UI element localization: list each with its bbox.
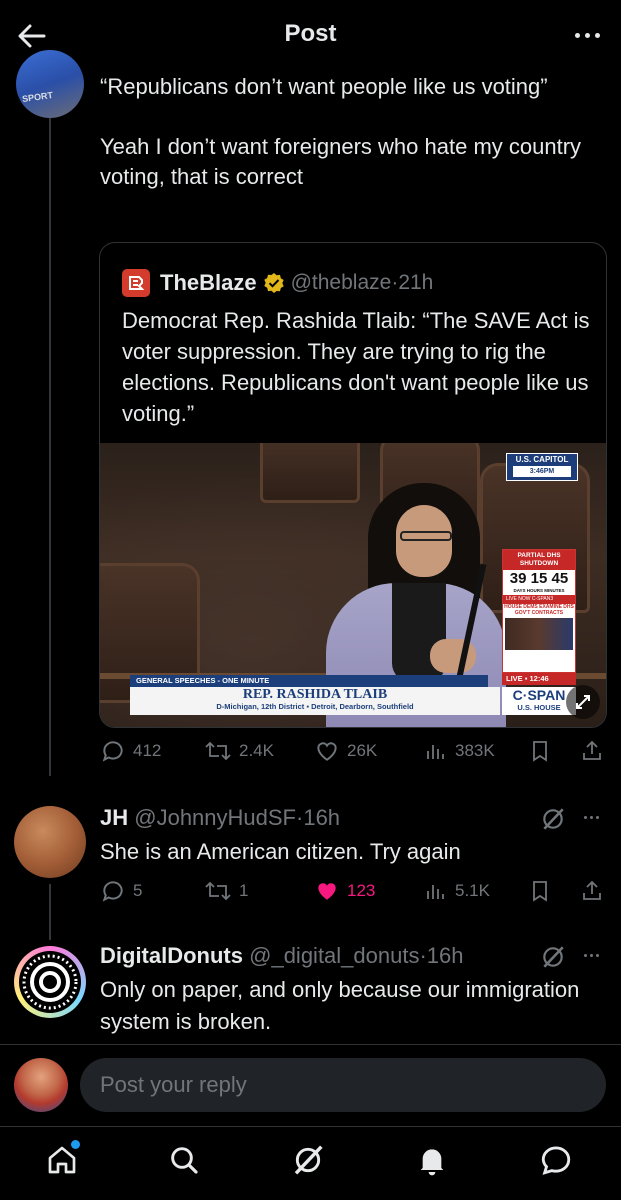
- quoted-author-handle[interactable]: @theblaze: [291, 271, 392, 295]
- reply-text: Only on paper, and only because our immi…: [100, 977, 580, 1034]
- messages-icon: [541, 1146, 571, 1175]
- post-paragraph: Yeah I don’t want foreigners who hate my…: [100, 134, 582, 189]
- bookmark-button[interactable]: [528, 738, 552, 764]
- theblaze-logo[interactable]: [122, 269, 150, 297]
- more-icon: [584, 816, 587, 819]
- more-icon: [574, 32, 580, 38]
- reply-header: DigitalDonuts @_digital_donuts·16h: [100, 943, 464, 968]
- reply-icon: [102, 881, 123, 902]
- video-location-tag: U.S. CAPITOL 3:46PM: [506, 453, 578, 481]
- grok-button[interactable]: [540, 944, 566, 975]
- notifications-icon: [420, 1149, 444, 1176]
- quoted-post[interactable]: TheBlaze @theblaze · 21h Democrat Rep. R…: [99, 242, 607, 728]
- grok-icon: [543, 808, 564, 830]
- repost-button[interactable]: 1: [204, 878, 248, 904]
- tab-notifications[interactable]: [408, 1136, 456, 1184]
- bookmark-button[interactable]: [528, 878, 552, 904]
- repost-button[interactable]: 2.4K: [204, 738, 274, 764]
- more-icon: [584, 954, 587, 957]
- tab-messages[interactable]: [532, 1136, 580, 1184]
- like-count: 26K: [347, 741, 378, 760]
- search-icon: [171, 1147, 198, 1174]
- reply-more-button[interactable]: [584, 816, 599, 819]
- back-button[interactable]: [14, 18, 50, 54]
- repost-count: 1: [239, 881, 249, 900]
- lower-third: REP. RASHIDA TLAIB D-Michigan, 12th Dist…: [130, 687, 500, 715]
- blaze-icon: [129, 276, 145, 290]
- grok-icon: [543, 946, 564, 968]
- post-paragraph: “Republicans don’t want people like us v…: [100, 74, 548, 99]
- views-button[interactable]: 383K: [424, 738, 495, 764]
- like-button[interactable]: 123: [314, 878, 375, 904]
- grok-button[interactable]: [540, 806, 566, 837]
- network-logo: C·SPAN U.S. HOUSE: [502, 687, 576, 715]
- views-count: 5.1K: [455, 881, 490, 900]
- quoted-post-text: Democrat Rep. Rashida Tlaib: “The SAVE A…: [122, 308, 590, 426]
- reply-composer: Post your reply: [0, 1044, 621, 1124]
- views-icon: [427, 885, 444, 899]
- bookmark-icon: [533, 881, 547, 902]
- my-avatar[interactable]: [14, 1058, 68, 1112]
- reply-text: She is an American citizen. Try again: [100, 839, 461, 864]
- reply-input[interactable]: Post your reply: [80, 1058, 606, 1112]
- quoted-post-time: 21h: [398, 271, 434, 294]
- reply-count: 412: [133, 741, 162, 760]
- repost-icon: [205, 741, 231, 761]
- avatar[interactable]: SPORT: [16, 50, 84, 118]
- back-arrow-icon: [18, 24, 46, 48]
- reply-author-name[interactable]: DigitalDonuts: [100, 943, 243, 968]
- more-button[interactable]: [567, 18, 607, 52]
- page-title: Post: [284, 20, 337, 47]
- reply-author-handle[interactable]: @JohnnyHudSF: [134, 805, 296, 830]
- share-button[interactable]: [580, 878, 604, 904]
- repost-count: 2.4K: [239, 741, 274, 760]
- verified-badge-icon: [263, 273, 284, 293]
- tab-grok[interactable]: [284, 1136, 332, 1184]
- thread-line: [49, 116, 51, 776]
- shutdown-counter: PARTIAL DHS SHUTDOWN 39 15 45 DAYS HOURS…: [502, 549, 576, 673]
- share-icon: [583, 880, 601, 900]
- avatar-text: SPORT: [21, 89, 54, 105]
- views-icon: [427, 745, 444, 759]
- notification-dot: [71, 1140, 80, 1149]
- live-indicator: LIVE ▪ 12:46: [502, 673, 576, 685]
- repost-icon: [205, 881, 231, 901]
- video-expand-button[interactable]: [566, 685, 600, 719]
- donut-avatar-icon: [19, 951, 81, 1013]
- views-count: 383K: [455, 741, 495, 760]
- top-bar: Post: [0, 0, 621, 68]
- like-icon: [318, 883, 336, 900]
- reply-button[interactable]: 5: [100, 878, 142, 904]
- bookmark-icon: [533, 741, 547, 762]
- reply-icon: [102, 741, 123, 762]
- quoted-author-name[interactable]: TheBlaze: [160, 270, 257, 296]
- video-player[interactable]: U.S. CAPITOL 3:46PM PARTIAL DHS SHUTDOWN…: [100, 443, 606, 727]
- reply-header: JH @JohnnyHudSF·16h: [100, 805, 341, 830]
- tab-home[interactable]: [38, 1136, 86, 1184]
- like-button[interactable]: 26K: [314, 738, 377, 764]
- like-icon: [317, 742, 337, 761]
- grok-icon: [294, 1145, 323, 1175]
- views-button[interactable]: 5.1K: [424, 878, 490, 904]
- avatar[interactable]: [14, 946, 86, 1018]
- share-icon: [583, 740, 601, 760]
- share-button[interactable]: [580, 738, 604, 764]
- reply-count: 5: [133, 881, 143, 900]
- reply-author-name[interactable]: JH: [100, 805, 128, 830]
- lower-third-bar: GENERAL SPEECHES - ONE MINUTE: [130, 675, 488, 687]
- reply-author-handle[interactable]: @_digital_donuts: [249, 943, 419, 968]
- reply-time: 16h: [426, 943, 464, 968]
- like-count: 123: [347, 881, 376, 900]
- reply-time: 16h: [303, 805, 341, 830]
- tab-search[interactable]: [160, 1136, 208, 1184]
- avatar[interactable]: [14, 806, 86, 878]
- reply-more-button[interactable]: [584, 954, 599, 957]
- expand-icon: [576, 695, 590, 709]
- reply-button[interactable]: 412: [100, 738, 161, 764]
- post-text: “Republicans don’t want people like us v…: [100, 72, 600, 222]
- bottom-tab-bar: [0, 1126, 621, 1200]
- thread-line: [49, 884, 51, 940]
- video-chair: [260, 443, 360, 503]
- quoted-post-header: TheBlaze @theblaze · 21h: [122, 267, 433, 299]
